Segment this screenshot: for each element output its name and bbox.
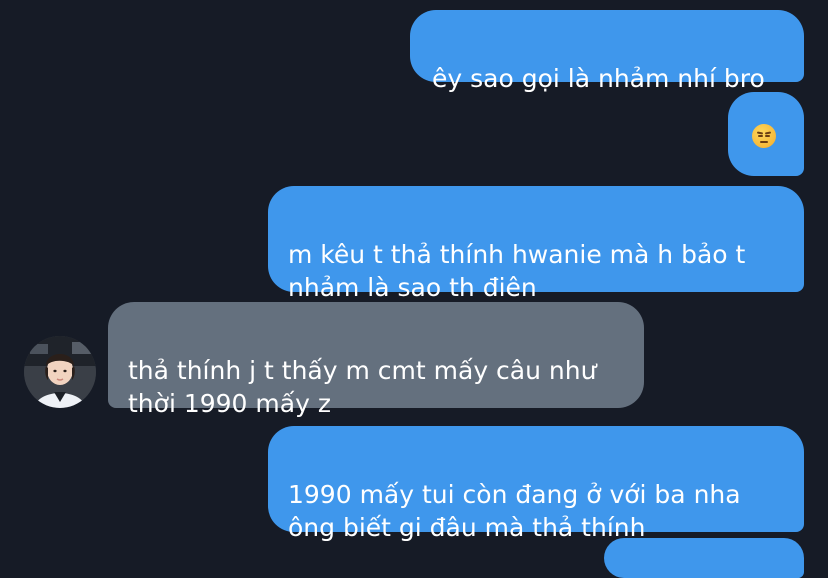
sent-emoji-bubble[interactable] <box>728 92 804 176</box>
unamused-face-icon <box>752 124 776 148</box>
message-text: thả thính j t thấy m cmt mấy câu như thờ… <box>128 356 597 418</box>
sent-message-bubble-partial[interactable] <box>604 538 804 578</box>
message-text: m kêu t thả thính hwanie mà h bảo t nhảm… <box>288 240 746 302</box>
avatar-photo <box>24 336 96 408</box>
sent-message-bubble[interactable]: m kêu t thả thính hwanie mà h bảo t nhảm… <box>268 186 804 302</box>
sent-message-bubble[interactable]: 1990 mấy tui còn đang ở với ba nha ông b… <box>268 426 804 542</box>
message-thread: êy sao gọi là nhảm nhí bro m kêu t thả t… <box>0 0 828 578</box>
message-text: êy sao gọi là nhảm nhí bro <box>432 64 765 93</box>
received-message-bubble[interactable]: thả thính j t thấy m cmt mấy câu như thờ… <box>108 302 644 418</box>
contact-avatar[interactable] <box>24 336 96 408</box>
sent-message-bubble[interactable]: êy sao gọi là nhảm nhí bro <box>410 10 804 93</box>
message-text: 1990 mấy tui còn đang ở với ba nha ông b… <box>288 480 741 542</box>
